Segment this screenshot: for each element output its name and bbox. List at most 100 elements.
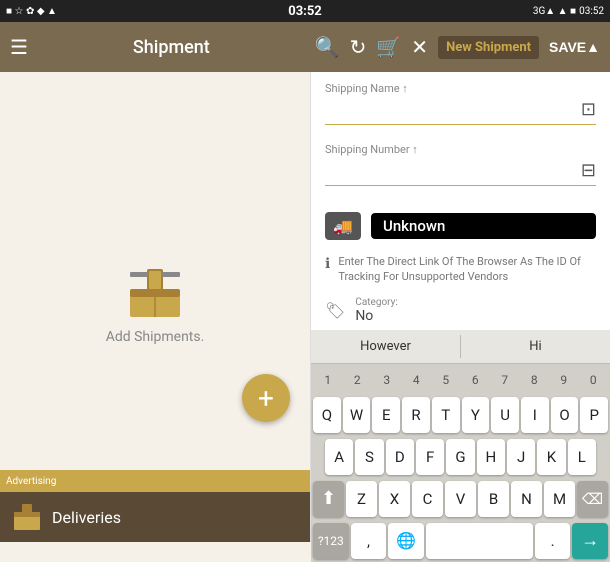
suggestion-2[interactable]: Hi (461, 335, 610, 358)
key-p[interactable]: P (580, 397, 608, 433)
key-z[interactable]: Z (346, 481, 377, 517)
delete-key[interactable]: ⌫ (577, 481, 608, 517)
key-h[interactable]: H (477, 439, 505, 475)
main-content: Add Shipments. + Advertising Deliveries … (0, 72, 610, 542)
deliveries-box-icon (12, 502, 42, 532)
key-v[interactable]: V (445, 481, 476, 517)
deliveries-bar[interactable]: Deliveries (0, 492, 310, 542)
cart-icon[interactable]: 🛒 (376, 35, 401, 59)
info-text: Enter The Direct Link Of The Browser As … (338, 254, 596, 285)
enter-key[interactable]: → (572, 523, 608, 559)
key-4[interactable]: 4 (402, 366, 432, 394)
suggestion-bar: However Hi (311, 330, 610, 364)
key-k[interactable]: K (537, 439, 565, 475)
key-x[interactable]: X (379, 481, 410, 517)
key-w[interactable]: W (343, 397, 371, 433)
key-g[interactable]: G (446, 439, 474, 475)
key-0[interactable]: 0 (579, 366, 609, 394)
key-globe[interactable]: 🌐 (388, 523, 424, 559)
key-c[interactable]: C (412, 481, 443, 517)
tag-icon: 🏷 (325, 301, 345, 320)
tracking-type-row: 🚚 Unknown (311, 204, 610, 248)
key-q[interactable]: Q (313, 397, 341, 433)
barcode-icon[interactable]: ⊟ (581, 160, 596, 181)
key-8[interactable]: 8 (520, 366, 550, 394)
ad-label: Advertising (6, 476, 56, 487)
zxcv-row: ⬆ Z X C V B N M ⌫ (311, 478, 610, 520)
key-y[interactable]: Y (462, 397, 490, 433)
key-period[interactable]: . (535, 523, 571, 559)
refresh-icon[interactable]: ↻ (350, 35, 367, 59)
numbers-row: 1 2 3 4 5 6 7 8 9 0 (311, 364, 610, 394)
key-r[interactable]: R (402, 397, 430, 433)
menu-icon[interactable]: ☰ (10, 35, 28, 59)
key-e[interactable]: E (372, 397, 400, 433)
key-a[interactable]: A (325, 439, 353, 475)
key-9[interactable]: 9 (549, 366, 579, 394)
tracking-type-badge[interactable]: Unknown (371, 213, 596, 239)
status-left-icons: ■ ☆ ✿ ◆ ▲ (6, 6, 57, 17)
key-s[interactable]: S (355, 439, 383, 475)
key-l[interactable]: L (568, 439, 596, 475)
fab-add-button[interactable]: + (242, 374, 290, 422)
clock-right: 03:52 (579, 6, 604, 17)
shipping-name-section: Shipping Name ↑ ⊡ (311, 72, 610, 143)
status-bar: ■ ☆ ✿ ◆ ▲ 03:52 3G▲ ▲ ■ 03:52 (0, 0, 610, 22)
right-panel: Shipping Name ↑ ⊡ Shipping Number ↑ ⊟ 🚚 … (310, 72, 610, 542)
key-b[interactable]: B (478, 481, 509, 517)
key-comma[interactable]: , (351, 523, 387, 559)
category-content: Category: No (355, 297, 397, 324)
key-m[interactable]: M (544, 481, 575, 517)
deliveries-label: Deliveries (52, 508, 121, 527)
key-j[interactable]: J (507, 439, 535, 475)
shift-key[interactable]: ⬆ (313, 481, 344, 517)
new-shipment-button[interactable]: New Shipment (438, 36, 539, 59)
category-value: No (355, 308, 397, 324)
spacebar[interactable] (426, 523, 533, 559)
truck-icon: 🚚 (325, 212, 361, 240)
key-5[interactable]: 5 (431, 366, 461, 394)
key-f[interactable]: F (416, 439, 444, 475)
info-icon: ℹ (325, 256, 330, 272)
signal-icons: 3G▲ ▲ ■ (533, 6, 576, 17)
key-6[interactable]: 6 (461, 366, 491, 394)
key-3[interactable]: 3 (372, 366, 402, 394)
box-icon (125, 269, 185, 319)
qwerty-row: Q W E R T Y U I O P (311, 394, 610, 436)
save-button[interactable]: SAVE▲ (549, 39, 600, 55)
key-1[interactable]: 1 (313, 366, 343, 394)
close-icon[interactable]: ✕ (411, 35, 428, 59)
status-time: 03:52 (288, 4, 322, 19)
key-i[interactable]: I (521, 397, 549, 433)
category-label: Category: (355, 297, 397, 308)
app-title: Shipment (38, 37, 305, 58)
shipping-name-input[interactable] (325, 102, 575, 118)
status-right-icons: 3G▲ ▲ ■ 03:52 (533, 6, 604, 17)
key-7[interactable]: 7 (490, 366, 520, 394)
key-2[interactable]: 2 (343, 366, 373, 394)
shipping-name-field-row: ⊡ (325, 99, 596, 125)
search-icon[interactable]: 🔍 (315, 35, 340, 59)
bottom-row: ?123 , 🌐 . → (311, 520, 610, 562)
advertising-bar: Advertising (0, 470, 310, 492)
shipping-number-input[interactable] (325, 163, 575, 179)
key-d[interactable]: D (386, 439, 414, 475)
key-n[interactable]: N (511, 481, 542, 517)
notification-icons: ■ ☆ ✿ ◆ ▲ (6, 6, 57, 17)
shipping-number-label: Shipping Number ↑ (325, 143, 596, 156)
add-shipment-label: Add Shipments. (106, 329, 205, 345)
add-shipment-area: Add Shipments. (106, 269, 205, 345)
key-u[interactable]: U (491, 397, 519, 433)
qr-icon[interactable]: ⊡ (581, 99, 596, 120)
key-t[interactable]: T (432, 397, 460, 433)
suggestion-1[interactable]: However (311, 335, 461, 358)
shipping-number-field-row: ⊟ (325, 160, 596, 186)
key-num-switch[interactable]: ?123 (313, 523, 349, 559)
key-o[interactable]: O (551, 397, 579, 433)
clock: 03:52 (288, 4, 322, 19)
shipping-number-section: Shipping Number ↑ ⊟ (311, 143, 610, 204)
shipping-name-label: Shipping Name ↑ (325, 82, 596, 95)
category-row: 🏷 Category: No (311, 291, 610, 330)
left-panel: Add Shipments. + Advertising Deliveries (0, 72, 310, 542)
asdf-row: A S D F G H J K L (311, 436, 610, 478)
